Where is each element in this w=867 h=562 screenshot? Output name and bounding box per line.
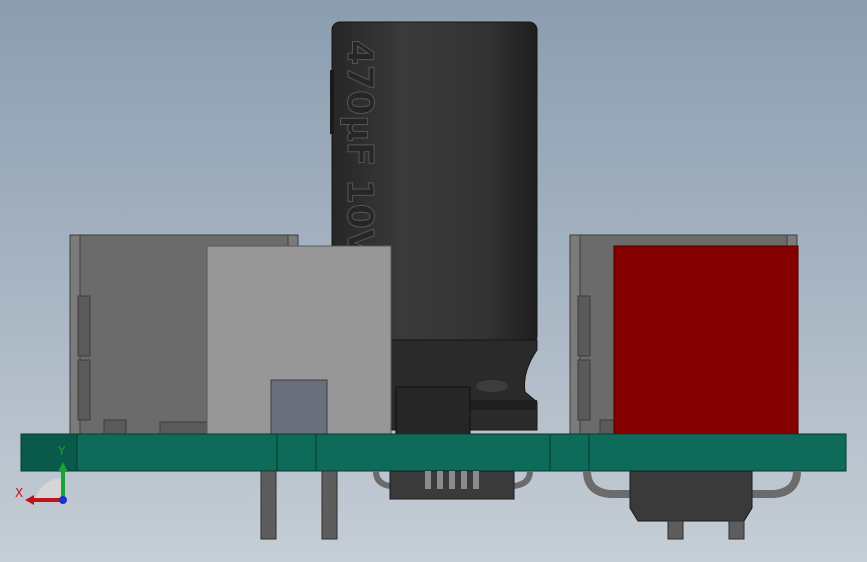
- right-connector[interactable]: [569, 234, 799, 436]
- triad-y-label: Y: [57, 444, 66, 458]
- small-ic[interactable]: [395, 386, 471, 435]
- light-grey-block[interactable]: [206, 245, 392, 435]
- model-view: 470µF 10V Y X: [15, 21, 847, 540]
- blue-chip: [270, 379, 328, 435]
- through-hole-pins: [260, 470, 338, 540]
- capacitor-marking: 470µF 10V: [339, 40, 380, 257]
- pcb-board[interactable]: [20, 433, 847, 472]
- red-block: [613, 245, 799, 435]
- bottom-ic[interactable]: [373, 470, 533, 500]
- bottom-regulator[interactable]: [583, 470, 801, 540]
- triad-x-label: X: [15, 486, 23, 500]
- cad-viewport[interactable]: 470µF 10V Y X: [0, 0, 867, 562]
